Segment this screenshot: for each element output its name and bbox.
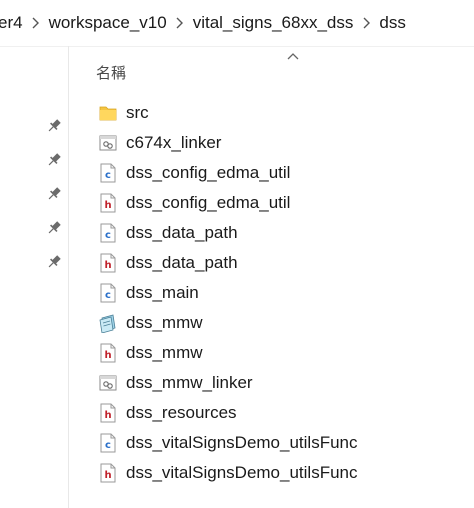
c-file-icon: c bbox=[99, 283, 117, 303]
breadcrumb-item-er4[interactable]: er4 bbox=[0, 13, 25, 33]
svg-text:h: h bbox=[104, 410, 111, 421]
file-name: dss_config_edma_util bbox=[126, 193, 291, 212]
navigation-pane bbox=[0, 46, 68, 508]
file-name: dss_mmw_linker bbox=[126, 373, 253, 392]
file-row[interactable]: src bbox=[69, 98, 474, 128]
svg-text:c: c bbox=[105, 440, 111, 451]
file-row[interactable]: h dss_resources bbox=[69, 398, 474, 428]
h-file-icon: h bbox=[99, 463, 117, 483]
file-row[interactable]: dss_mmw bbox=[69, 308, 474, 338]
project-file-icon bbox=[99, 313, 117, 333]
file-row[interactable]: dss_mmw_linker bbox=[69, 368, 474, 398]
file-row[interactable]: h dss_mmw bbox=[69, 338, 474, 368]
file-name: dss_config_edma_util bbox=[126, 163, 291, 182]
file-row[interactable]: c dss_vitalSignsDemo_utilsFunc bbox=[69, 428, 474, 458]
pin-icon[interactable] bbox=[46, 186, 62, 202]
pin-icon[interactable] bbox=[46, 152, 62, 168]
chevron-right-icon[interactable] bbox=[169, 17, 191, 29]
file-name: dss_vitalSignsDemo_utilsFunc bbox=[126, 433, 358, 452]
pin-icon[interactable] bbox=[46, 254, 62, 270]
breadcrumb-item-workspace[interactable]: workspace_v10 bbox=[47, 13, 169, 33]
file-name: dss_data_path bbox=[126, 223, 238, 242]
file-row[interactable]: h dss_config_edma_util bbox=[69, 188, 474, 218]
file-row[interactable]: c674x_linker bbox=[69, 128, 474, 158]
breadcrumb-item-project[interactable]: vital_signs_68xx_dss bbox=[191, 13, 356, 33]
file-row[interactable]: h dss_vitalSignsDemo_utilsFunc bbox=[69, 458, 474, 488]
folder-icon bbox=[99, 103, 117, 123]
chevron-right-icon[interactable] bbox=[25, 17, 47, 29]
h-file-icon: h bbox=[99, 193, 117, 213]
c-file-icon: c bbox=[99, 163, 117, 183]
column-header: 名稱 bbox=[69, 46, 474, 90]
svg-text:c: c bbox=[105, 230, 111, 241]
svg-text:h: h bbox=[104, 470, 111, 481]
svg-text:c: c bbox=[105, 290, 111, 301]
file-name: dss_main bbox=[126, 283, 199, 302]
linker-file-icon bbox=[99, 133, 117, 153]
file-name: src bbox=[126, 103, 149, 122]
c-file-icon: c bbox=[99, 223, 117, 243]
file-row[interactable]: c dss_main bbox=[69, 278, 474, 308]
c-file-icon: c bbox=[99, 433, 117, 453]
h-file-icon: h bbox=[99, 403, 117, 423]
svg-text:h: h bbox=[104, 260, 111, 271]
file-name: dss_vitalSignsDemo_utilsFunc bbox=[126, 463, 358, 482]
column-header-name[interactable]: 名稱 bbox=[96, 62, 126, 83]
sort-ascending-icon bbox=[287, 53, 299, 60]
file-row[interactable]: c dss_data_path bbox=[69, 218, 474, 248]
pin-icon[interactable] bbox=[46, 118, 62, 134]
file-list: src c674x_linker c dss_config_edma_util h dss… bbox=[69, 98, 474, 488]
h-file-icon: h bbox=[99, 343, 117, 363]
file-explorer-window: er4 workspace_v10 vital_signs_68xx_dss d… bbox=[0, 0, 474, 508]
breadcrumb: er4 workspace_v10 vital_signs_68xx_dss d… bbox=[0, 0, 474, 47]
file-name: dss_resources bbox=[126, 403, 237, 422]
chevron-right-icon[interactable] bbox=[355, 17, 377, 29]
file-row[interactable]: h dss_data_path bbox=[69, 248, 474, 278]
svg-text:h: h bbox=[104, 200, 111, 211]
file-name: c674x_linker bbox=[126, 133, 222, 152]
linker-file-icon bbox=[99, 373, 117, 393]
svg-text:h: h bbox=[104, 350, 111, 361]
file-name: dss_mmw bbox=[126, 313, 203, 332]
file-row[interactable]: c dss_config_edma_util bbox=[69, 158, 474, 188]
file-name: dss_data_path bbox=[126, 253, 238, 272]
pin-icon[interactable] bbox=[46, 220, 62, 236]
breadcrumb-item-dss[interactable]: dss bbox=[377, 13, 407, 33]
h-file-icon: h bbox=[99, 253, 117, 273]
svg-text:c: c bbox=[105, 170, 111, 181]
file-name: dss_mmw bbox=[126, 343, 203, 362]
